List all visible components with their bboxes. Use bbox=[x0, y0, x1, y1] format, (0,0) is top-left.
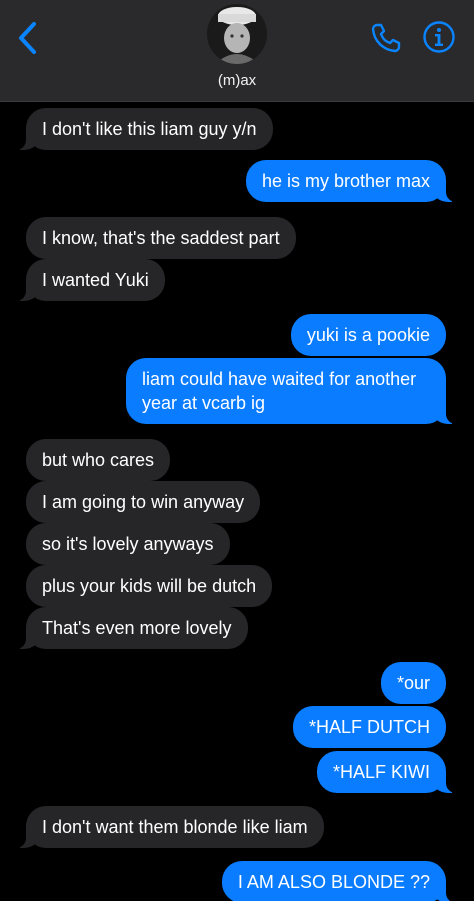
chevron-left-icon bbox=[19, 22, 36, 54]
message-bubble-incoming[interactable]: I am going to win anyway bbox=[26, 481, 261, 523]
message-bubble-incoming[interactable]: so it's lovely anyways bbox=[26, 523, 230, 565]
message-text: plus your kids will be dutch bbox=[42, 576, 257, 596]
message-bubble-outgoing[interactable]: *HALF DUTCH bbox=[292, 706, 446, 748]
message-bubble-incoming[interactable]: plus your kids will be dutch bbox=[26, 565, 273, 607]
message-text: I wanted Yuki bbox=[42, 270, 149, 290]
message-text: I don't want them blonde like liam bbox=[42, 817, 308, 837]
avatar-photo bbox=[207, 4, 267, 64]
message-text: I know, that's the saddest part bbox=[42, 228, 280, 248]
message-bubble-incoming[interactable]: I wanted Yuki bbox=[16, 259, 165, 301]
message-text: I am going to win anyway bbox=[42, 492, 245, 512]
conversation-header: (m)ax bbox=[0, 0, 474, 102]
contact-avatar[interactable] bbox=[207, 4, 267, 64]
message-bubble-incoming[interactable]: That's even more lovely bbox=[16, 607, 248, 649]
message-bubble-outgoing[interactable]: he is my brother max bbox=[245, 160, 457, 202]
message-text: he is my brother max bbox=[261, 171, 430, 191]
message-text: I don't like this liam guy y/n bbox=[42, 119, 257, 139]
message-text: yuki is a pookie bbox=[306, 325, 430, 345]
message-bubble-outgoing[interactable]: *HALF KIWI bbox=[316, 751, 457, 793]
message-bubble-incoming[interactable]: I know, that's the saddest part bbox=[26, 217, 296, 259]
info-icon bbox=[423, 21, 455, 53]
message-text: but who cares bbox=[42, 450, 155, 470]
phone-icon bbox=[371, 23, 401, 53]
message-thread[interactable]: I don't like this liam guy y/n he is my … bbox=[0, 102, 474, 901]
message-text: I AM ALSO BLONDE ?? bbox=[237, 872, 430, 892]
message-text: so it's lovely anyways bbox=[42, 534, 214, 554]
message-bubble-incoming[interactable]: I don't like this liam guy y/n bbox=[16, 108, 273, 150]
call-button[interactable] bbox=[368, 20, 404, 56]
message-bubble-incoming[interactable]: I don't want them blonde like liam bbox=[16, 806, 324, 848]
message-bubble-outgoing[interactable]: I AM ALSO BLONDE ?? bbox=[221, 861, 457, 901]
message-bubble-outgoing[interactable]: liam could have waited for another year … bbox=[126, 358, 456, 424]
message-text: *HALF DUTCH bbox=[308, 717, 430, 737]
contact-name[interactable]: (m)ax bbox=[0, 72, 474, 89]
message-text: *HALF KIWI bbox=[332, 762, 430, 782]
message-text: *our bbox=[396, 673, 430, 693]
message-text: liam could have waited for another year … bbox=[142, 369, 417, 413]
info-button[interactable] bbox=[422, 20, 456, 54]
message-bubble-incoming[interactable]: but who cares bbox=[26, 439, 171, 481]
back-button[interactable] bbox=[14, 20, 44, 56]
message-bubble-outgoing[interactable]: yuki is a pookie bbox=[290, 314, 446, 356]
message-bubble-outgoing[interactable]: *our bbox=[380, 662, 446, 704]
message-text: That's even more lovely bbox=[42, 618, 232, 638]
